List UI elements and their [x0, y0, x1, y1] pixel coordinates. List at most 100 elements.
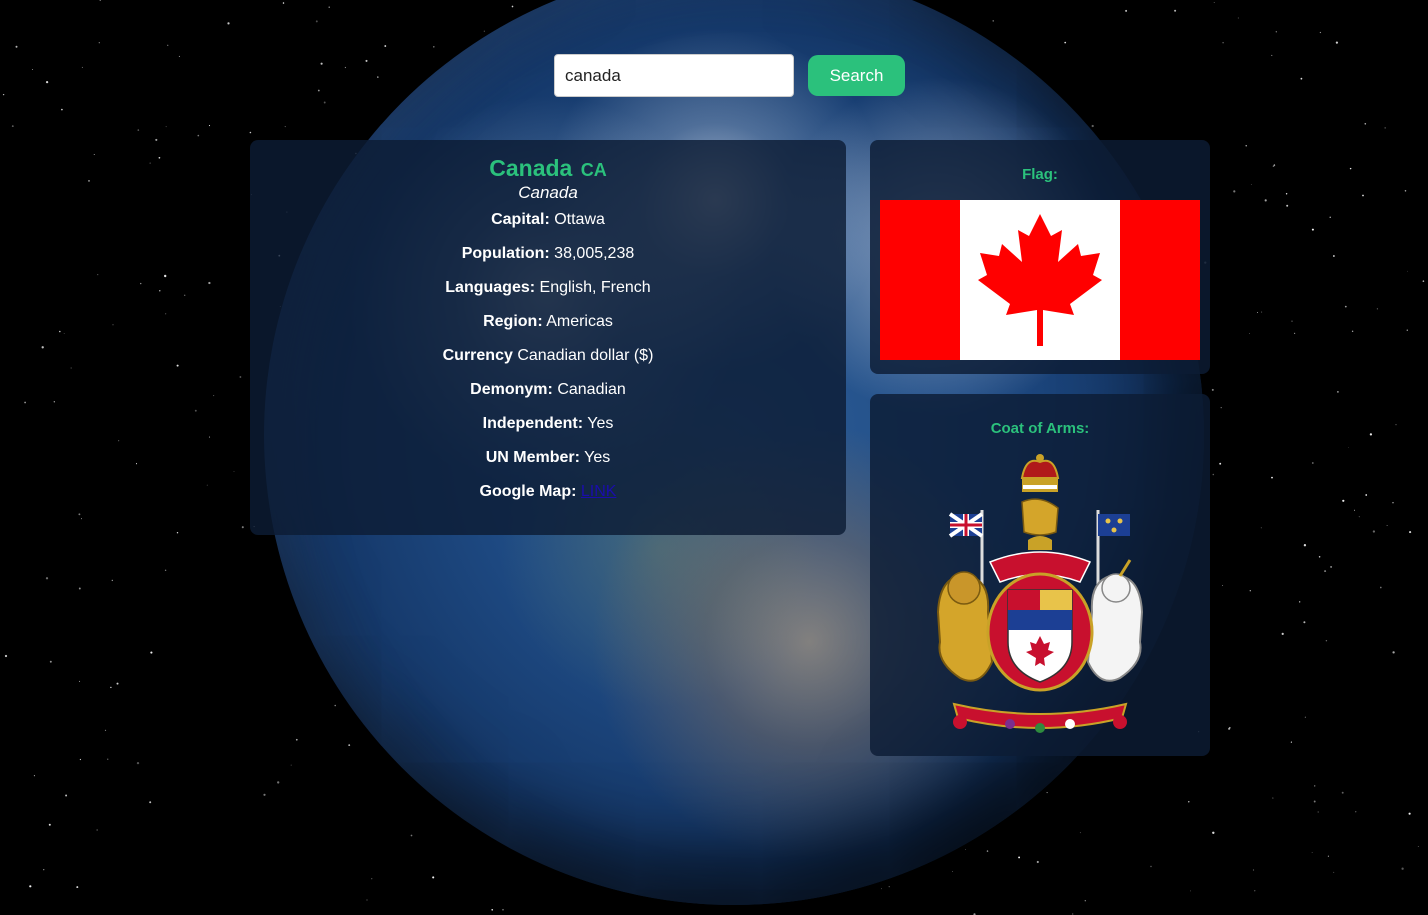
star: [1379, 586, 1382, 589]
google-map-link[interactable]: LINK: [581, 483, 617, 500]
star: [1211, 388, 1214, 391]
star: [33, 775, 35, 777]
coat-of-arms-image: [936, 454, 1144, 733]
star: [1336, 390, 1339, 393]
info-row-capital: Capital: Ottawa: [250, 211, 846, 229]
star: [1249, 333, 1250, 334]
star: [81, 66, 83, 68]
star: [1072, 913, 1074, 915]
info-label: Population:: [461, 245, 550, 262]
star: [965, 849, 966, 850]
star: [1342, 499, 1345, 502]
star: [1386, 525, 1388, 527]
star: [1369, 433, 1373, 436]
info-row-region: Region: Americas: [250, 313, 846, 331]
star: [183, 294, 186, 297]
info-row-un-member: UN Member: Yes: [250, 449, 846, 467]
star: [1408, 812, 1411, 815]
star: [59, 330, 61, 333]
star: [149, 801, 152, 804]
star: [1222, 42, 1224, 44]
star: [1281, 632, 1284, 636]
star: [197, 134, 200, 137]
star: [1299, 601, 1301, 603]
star: [208, 125, 211, 127]
info-label: Languages:: [445, 279, 536, 296]
star: [241, 526, 244, 529]
star: [1190, 890, 1191, 892]
star: [213, 395, 215, 397]
star: [206, 484, 208, 486]
star: [384, 45, 387, 47]
star: [1285, 193, 1288, 195]
star: [93, 153, 95, 155]
star: [410, 834, 413, 837]
star: [45, 577, 49, 580]
star: [165, 126, 167, 128]
star: [1290, 741, 1292, 743]
country-info-panel: Canada CA Canada Capital: Ottawa Populat…: [250, 140, 846, 535]
star: [1212, 831, 1215, 834]
star: [1362, 194, 1364, 197]
star: [4, 654, 8, 658]
star: [81, 518, 82, 520]
star: [11, 125, 14, 128]
star: [1271, 476, 1273, 479]
star: [320, 62, 323, 65]
star: [1293, 332, 1296, 335]
star: [1252, 869, 1255, 871]
star: [49, 660, 52, 663]
search-button[interactable]: Search: [808, 55, 905, 96]
coat-of-arms-label: Coat of Arms:: [990, 420, 1090, 437]
star: [432, 876, 435, 879]
star: [1351, 330, 1354, 332]
star: [344, 66, 347, 69]
star: [1407, 270, 1408, 272]
info-value: Americas: [546, 313, 613, 330]
star: [1272, 797, 1274, 799]
star: [511, 5, 514, 8]
star: [150, 651, 153, 654]
star: [317, 89, 320, 92]
star: [164, 569, 167, 571]
star: [1327, 855, 1329, 857]
search-bar: Search: [554, 54, 905, 97]
info-label: Google Map:: [479, 483, 577, 500]
info-value: Yes: [584, 449, 611, 466]
star: [1358, 516, 1360, 518]
star: [1174, 9, 1177, 12]
info-row-languages: Languages: English, French: [250, 279, 846, 297]
star: [78, 587, 81, 590]
star: [1364, 122, 1367, 125]
info-value: 38,005,238: [554, 245, 635, 262]
info-value: Canadian: [557, 381, 626, 398]
star: [1422, 280, 1425, 282]
info-label: Region:: [483, 313, 543, 330]
star: [41, 346, 44, 349]
star: [1271, 54, 1273, 56]
search-input[interactable]: [554, 54, 794, 97]
star: [116, 682, 119, 685]
star: [1036, 860, 1039, 864]
coat-of-arms-panel: Coat of Arms:: [870, 394, 1210, 756]
country-title: Canada CA: [250, 155, 846, 183]
star: [1401, 867, 1404, 870]
star: [992, 20, 994, 22]
star: [165, 313, 167, 315]
star: [491, 908, 494, 911]
star: [48, 823, 51, 826]
star: [290, 764, 292, 766]
star: [1275, 31, 1277, 33]
star: [483, 30, 485, 32]
star: [1064, 41, 1067, 44]
star: [1303, 544, 1307, 547]
star: [149, 162, 151, 164]
star: [99, 0, 101, 1]
star: [1233, 190, 1236, 193]
flag-panel: Flag:: [870, 140, 1210, 374]
star: [79, 680, 81, 682]
star: [137, 129, 140, 131]
star: [118, 440, 120, 442]
star: [158, 156, 161, 159]
country-name: Canada: [489, 155, 573, 181]
